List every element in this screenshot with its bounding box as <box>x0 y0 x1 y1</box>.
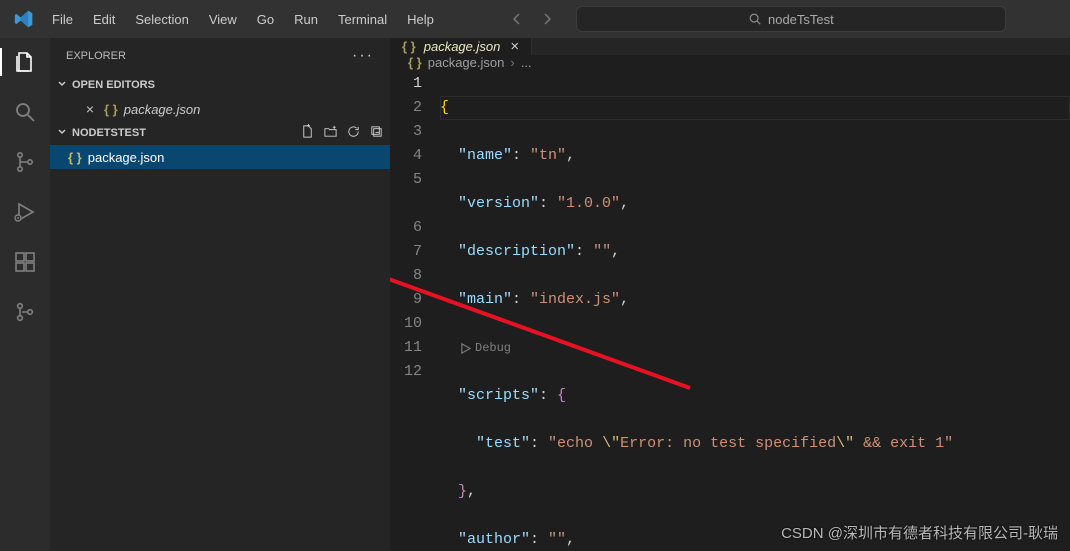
open-editor-item[interactable]: × { } package.json <box>50 97 390 121</box>
explorer-title: EXPLORER <box>66 50 126 62</box>
json-file-icon: { } <box>104 102 118 117</box>
debug-icon[interactable] <box>11 198 39 226</box>
open-editor-filename: package.json <box>124 102 201 117</box>
menu-selection[interactable]: Selection <box>127 8 196 31</box>
breadcrumb-file: package.json <box>428 55 505 70</box>
source-control-icon[interactable] <box>11 148 39 176</box>
watermark-text: CSDN @深圳市有德者科技有限公司-耿瑞 <box>781 522 1058 543</box>
editor-area: { } package.json × { } package.json › ..… <box>390 38 1070 551</box>
refresh-icon[interactable] <box>346 124 361 142</box>
breadcrumb-separator-icon: › <box>510 55 514 70</box>
line-number-gutter: 1 2 3 4 5 6 7 8 9 10 11 12 <box>390 72 440 551</box>
nav-forward-icon[interactable] <box>536 8 558 30</box>
vscode-logo-icon <box>14 9 34 29</box>
tab-bar: { } package.json × <box>390 38 1070 55</box>
explorer-icon[interactable] <box>11 48 39 76</box>
explorer-more-icon[interactable]: ··· <box>352 47 374 65</box>
close-editor-icon[interactable]: × <box>82 101 98 117</box>
menu-file[interactable]: File <box>44 8 81 31</box>
search-activity-icon[interactable] <box>11 98 39 126</box>
tab-package-json[interactable]: { } package.json × <box>390 38 532 55</box>
open-editors-header[interactable]: OPEN EDITORS <box>50 73 390 97</box>
menu-run[interactable]: Run <box>286 8 326 31</box>
debug-codelens[interactable]: Debug <box>440 336 1070 360</box>
folder-header[interactable]: NODETSTEST <box>50 121 390 145</box>
new-folder-icon[interactable] <box>323 124 338 142</box>
file-name: package.json <box>88 150 165 165</box>
json-file-icon: { } <box>402 39 416 54</box>
breadcrumb[interactable]: { } package.json › ... <box>390 55 1070 70</box>
activity-bar <box>0 38 50 551</box>
file-tree-item[interactable]: { } package.json <box>50 145 390 169</box>
git-graph-icon[interactable] <box>11 298 39 326</box>
command-center-search[interactable]: nodeTsTest <box>576 6 1006 32</box>
open-editors-label: OPEN EDITORS <box>72 79 155 91</box>
json-file-icon: { } <box>408 55 422 70</box>
menu-help[interactable]: Help <box>399 8 442 31</box>
search-text: nodeTsTest <box>768 12 834 27</box>
folder-name: NODETSTEST <box>72 127 146 139</box>
menu-go[interactable]: Go <box>249 8 282 31</box>
json-file-icon: { } <box>68 150 82 165</box>
collapse-all-icon[interactable] <box>369 124 384 142</box>
new-file-icon[interactable] <box>300 124 315 142</box>
code-content[interactable]: { "name": "tn", "version": "1.0.0", "des… <box>440 72 1070 551</box>
tab-label: package.json <box>424 39 501 54</box>
menu-terminal[interactable]: Terminal <box>330 8 395 31</box>
menu-edit[interactable]: Edit <box>85 8 123 31</box>
breadcrumb-more: ... <box>521 55 532 70</box>
extensions-icon[interactable] <box>11 248 39 276</box>
close-tab-icon[interactable]: × <box>508 38 519 55</box>
title-bar: File Edit Selection View Go Run Terminal… <box>0 0 1070 38</box>
menu-view[interactable]: View <box>201 8 245 31</box>
explorer-sidebar: EXPLORER ··· OPEN EDITORS × { } package.… <box>50 38 390 551</box>
nav-back-icon[interactable] <box>506 8 528 30</box>
code-editor[interactable]: 1 2 3 4 5 6 7 8 9 10 11 12 { "name": "tn… <box>390 70 1070 551</box>
